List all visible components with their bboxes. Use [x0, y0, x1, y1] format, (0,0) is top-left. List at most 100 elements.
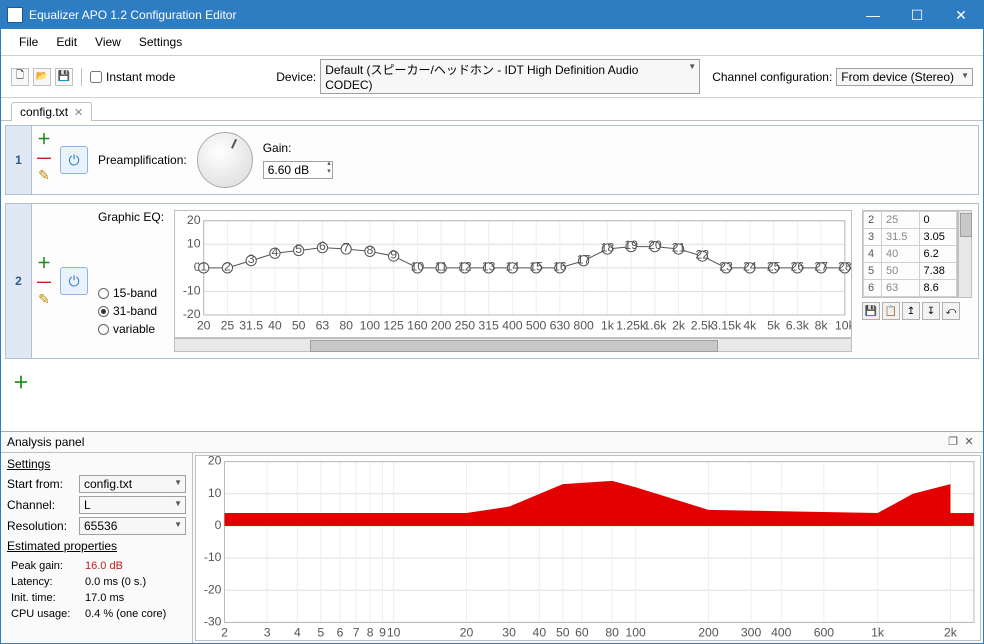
svg-text:4k: 4k — [743, 318, 757, 332]
tab-config[interactable]: config.txt ✕ — [11, 102, 92, 121]
menu-file[interactable]: File — [11, 33, 46, 51]
row-controls: ＋ — ✎ — [32, 126, 56, 194]
menu-view[interactable]: View — [87, 33, 129, 51]
svg-text:40: 40 — [533, 625, 547, 639]
svg-text:100: 100 — [360, 318, 381, 332]
svg-text:40: 40 — [268, 318, 282, 332]
tabbar: config.txt ✕ — [1, 98, 983, 121]
svg-text:6: 6 — [319, 239, 326, 253]
svg-text:2: 2 — [224, 259, 231, 273]
svg-text:28: 28 — [838, 259, 851, 273]
analysis-chart[interactable]: -30-20-100102023456789102030405060801002… — [195, 455, 981, 641]
radio-15-band[interactable]: 15-band — [98, 286, 164, 300]
row-index: 2 — [6, 204, 32, 358]
close-button[interactable]: ✕ — [939, 1, 983, 29]
svg-text:100: 100 — [625, 625, 646, 639]
analysis-title: Analysis panel — [7, 435, 945, 449]
remove-icon[interactable]: — — [37, 150, 51, 164]
add-filter-icon[interactable]: ＋ — [13, 375, 29, 392]
eq-table-vscroll[interactable] — [958, 210, 972, 298]
gain-input[interactable]: 6.60 dB — [263, 161, 333, 179]
gain-dial[interactable] — [197, 132, 253, 188]
save-icon[interactable]: 💾 — [862, 302, 880, 320]
svg-text:80: 80 — [339, 318, 353, 332]
close-panel-icon[interactable]: ✕ — [961, 434, 977, 450]
add-icon[interactable]: ＋ — [37, 132, 51, 146]
edit-icon[interactable]: ✎ — [38, 292, 50, 306]
svg-text:10k: 10k — [835, 318, 851, 332]
filter-row-1: 1 ＋ — ✎ ⏻ Preamplification: Gain: 6.60 d… — [5, 125, 979, 195]
svg-text:60: 60 — [575, 625, 589, 639]
svg-text:5k: 5k — [767, 318, 781, 332]
svg-text:5: 5 — [295, 242, 302, 256]
svg-text:16: 16 — [553, 259, 567, 273]
svg-text:20: 20 — [648, 238, 662, 252]
start-from-select[interactable]: config.txt — [79, 475, 186, 493]
gain-label: Gain: — [263, 141, 333, 155]
power-button[interactable]: ⏻ — [60, 146, 88, 174]
svg-text:31.5: 31.5 — [239, 318, 263, 332]
channel-config-select[interactable]: From device (Stereo) — [836, 68, 973, 86]
svg-text:125: 125 — [383, 318, 404, 332]
remove-icon[interactable]: — — [37, 274, 51, 288]
svg-text:17: 17 — [577, 252, 591, 266]
import-icon[interactable]: ↥ — [902, 302, 920, 320]
cpu-usage-value: 0.4 % (one core) — [83, 607, 168, 621]
radio-variable[interactable]: variable — [98, 322, 164, 336]
svg-text:12: 12 — [458, 259, 472, 273]
menu-edit[interactable]: Edit — [48, 33, 85, 51]
device-select[interactable]: Default (スピーカー/ヘッドホン - IDT High Definiti… — [320, 59, 700, 94]
toolbar: 🗋 📂 💾 Instant mode Device: Default (スピーカ… — [1, 56, 983, 98]
window-title: Equalizer APO 1.2 Configuration Editor — [29, 8, 851, 22]
tab-close-icon[interactable]: ✕ — [74, 106, 83, 119]
svg-text:8k: 8k — [815, 318, 829, 332]
estimated-props-label: Estimated properties — [7, 539, 186, 553]
svg-text:24: 24 — [743, 259, 757, 273]
menu-settings[interactable]: Settings — [131, 33, 190, 51]
edit-icon[interactable]: ✎ — [38, 168, 50, 182]
resolution-select[interactable]: 65536 — [79, 517, 186, 535]
svg-text:-30: -30 — [204, 614, 222, 628]
svg-text:3: 3 — [248, 252, 255, 266]
open-file-icon[interactable]: 📂 — [33, 68, 51, 86]
svg-text:500: 500 — [526, 318, 547, 332]
svg-text:14: 14 — [506, 259, 520, 273]
filter-row-2: 2 ＋ — ✎ ⏻ Graphic EQ: 15-band 31-band va… — [5, 203, 979, 359]
power-button[interactable]: ⏻ — [60, 267, 88, 295]
svg-text:9: 9 — [379, 625, 386, 639]
svg-text:21: 21 — [672, 241, 686, 255]
maximize-button[interactable]: ☐ — [895, 1, 939, 29]
add-icon[interactable]: ＋ — [37, 256, 51, 270]
svg-text:13: 13 — [482, 259, 496, 273]
svg-text:25: 25 — [221, 318, 235, 332]
minimize-button[interactable]: — — [851, 1, 895, 29]
save-file-icon[interactable]: 💾 — [55, 68, 73, 86]
svg-text:6.3k: 6.3k — [786, 318, 810, 332]
instant-mode-input[interactable] — [90, 71, 102, 83]
reset-icon[interactable]: ⤺ — [942, 302, 960, 320]
flip-icon[interactable]: ↧ — [922, 302, 940, 320]
eq-table[interactable]: 2250331.53.054406.25507.386638.6 — [862, 210, 958, 298]
estimated-props-table: Peak gain:16.0 dB Latency:0.0 ms (0 s.) … — [7, 557, 170, 623]
graphic-eq-label: Graphic EQ: — [98, 210, 164, 224]
svg-text:1.6k: 1.6k — [643, 318, 667, 332]
svg-text:7: 7 — [343, 241, 350, 255]
instant-mode-checkbox[interactable]: Instant mode — [90, 70, 175, 84]
app-icon — [7, 7, 23, 23]
eq-hscroll[interactable] — [174, 338, 852, 352]
svg-text:800: 800 — [573, 318, 594, 332]
svg-text:10: 10 — [411, 259, 425, 273]
svg-text:8: 8 — [367, 625, 374, 639]
radio-31-band[interactable]: 31-band — [98, 304, 164, 318]
channel-select[interactable]: L — [79, 496, 186, 514]
copy-icon[interactable]: 📋 — [882, 302, 900, 320]
new-file-icon[interactable]: 🗋 — [11, 68, 29, 86]
eq-chart[interactable]: -20-100102012345678910111213141516171819… — [174, 210, 852, 338]
svg-text:50: 50 — [556, 625, 570, 639]
svg-text:200: 200 — [431, 318, 452, 332]
preamp-label: Preamplification: — [98, 153, 187, 167]
svg-text:3.15k: 3.15k — [711, 318, 742, 332]
svg-text:10: 10 — [387, 625, 401, 639]
undock-icon[interactable]: ❐ — [945, 434, 961, 450]
svg-text:1k: 1k — [871, 625, 885, 639]
